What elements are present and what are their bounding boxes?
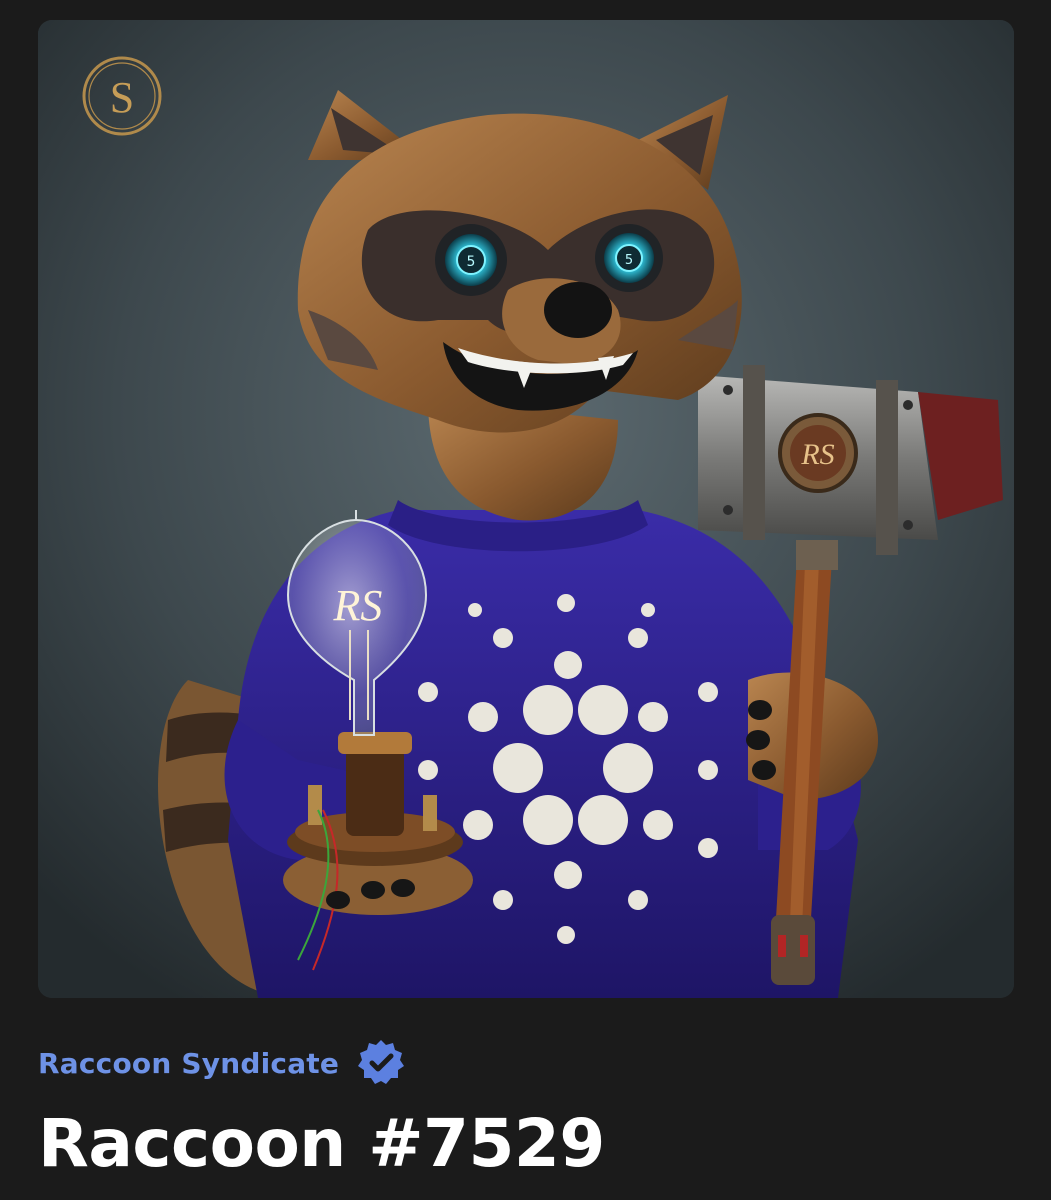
hammer-monogram: RS bbox=[800, 438, 834, 471]
bulb-monogram: RS bbox=[333, 581, 383, 630]
verified-badge-icon bbox=[355, 1037, 407, 1089]
left-eye-monogram: 5 bbox=[467, 254, 476, 270]
logo-letter: S bbox=[110, 73, 134, 122]
nft-detail-page: S RS RS 5 5 Raccoon Syndicate Raccoon #7… bbox=[0, 0, 1051, 1200]
nft-image[interactable]: S RS RS 5 5 bbox=[38, 20, 1014, 998]
left-eye: 5 bbox=[435, 224, 507, 296]
token-title: Raccoon #7529 bbox=[38, 1105, 605, 1182]
collection-row[interactable]: Raccoon Syndicate bbox=[38, 1038, 407, 1088]
collection-name-link[interactable]: Raccoon Syndicate bbox=[38, 1047, 339, 1080]
right-eye-monogram: 5 bbox=[625, 253, 633, 268]
raccoon-artwork: S RS RS 5 5 bbox=[38, 20, 1014, 998]
right-eye: 5 bbox=[595, 224, 663, 292]
